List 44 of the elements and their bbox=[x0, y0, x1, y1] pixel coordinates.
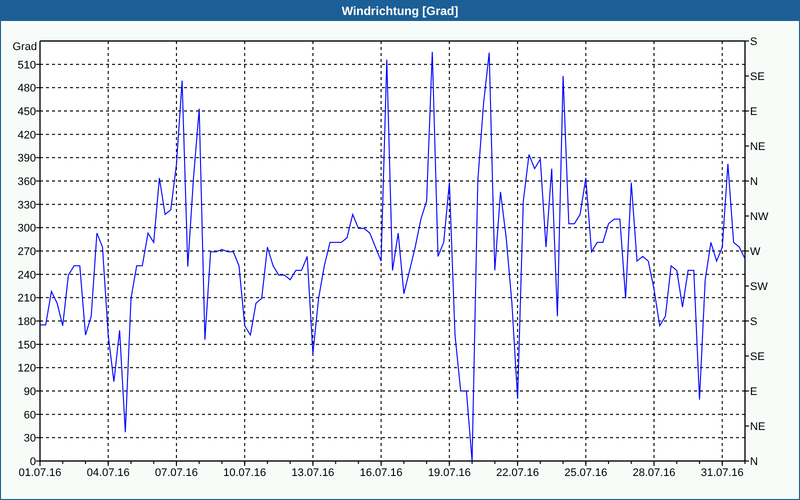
axis-label: 30 bbox=[24, 432, 36, 445]
axis-label: 19.07.16 bbox=[428, 467, 471, 479]
axis-label: 07.07.16 bbox=[155, 467, 198, 479]
axis-label: 31.07.16 bbox=[700, 467, 744, 479]
axis-label: 330 bbox=[18, 199, 36, 212]
axis-label: W bbox=[750, 246, 760, 258]
axis-label: 420 bbox=[18, 129, 36, 142]
axis-label: S bbox=[750, 316, 758, 328]
axis-label: N bbox=[750, 176, 758, 188]
axis-label: 28.07.16 bbox=[632, 467, 676, 479]
axis-label: SW bbox=[750, 281, 768, 293]
axis-label: 450 bbox=[18, 106, 36, 118]
axis-label: 22.07.16 bbox=[496, 467, 539, 479]
axis-label: 210 bbox=[18, 292, 36, 305]
axis-label: 90 bbox=[24, 386, 36, 398]
axis-label: SE bbox=[750, 71, 765, 83]
axis-label: 480 bbox=[18, 82, 36, 95]
axis-label: 300 bbox=[18, 222, 36, 235]
axis-label: 270 bbox=[18, 246, 36, 258]
axis-label: NE bbox=[750, 141, 766, 153]
axis-label: E bbox=[750, 106, 758, 118]
window-title: Windrichtung [Grad] bbox=[342, 3, 458, 20]
axis-label: NW bbox=[750, 211, 768, 223]
axis-label: E bbox=[750, 386, 758, 398]
axis-label: 510 bbox=[18, 59, 36, 72]
axis-label: 16.07.16 bbox=[360, 467, 403, 479]
axis-label: 120 bbox=[18, 362, 36, 375]
axis-label: 0 bbox=[30, 456, 36, 468]
axis-label: 390 bbox=[18, 152, 36, 165]
axis-label: 180 bbox=[18, 316, 36, 328]
axis-label: NE bbox=[750, 421, 766, 433]
axis-label: 240 bbox=[18, 269, 36, 282]
axis-label: 13.07.16 bbox=[292, 467, 334, 479]
axis-label: 10.07.16 bbox=[223, 467, 266, 479]
axis-label: 60 bbox=[24, 409, 36, 422]
axis-title: Grad bbox=[12, 41, 37, 53]
axis-label: S bbox=[750, 36, 758, 48]
axis-label: N bbox=[750, 456, 758, 468]
axis-label: 360 bbox=[18, 176, 36, 188]
axis-label: 150 bbox=[18, 339, 36, 352]
axis-label: 25.07.16 bbox=[564, 467, 608, 479]
axis-label: 01.07.16 bbox=[18, 467, 62, 479]
axis-label: 04.07.16 bbox=[86, 467, 130, 479]
axis-label: SE bbox=[750, 351, 765, 363]
